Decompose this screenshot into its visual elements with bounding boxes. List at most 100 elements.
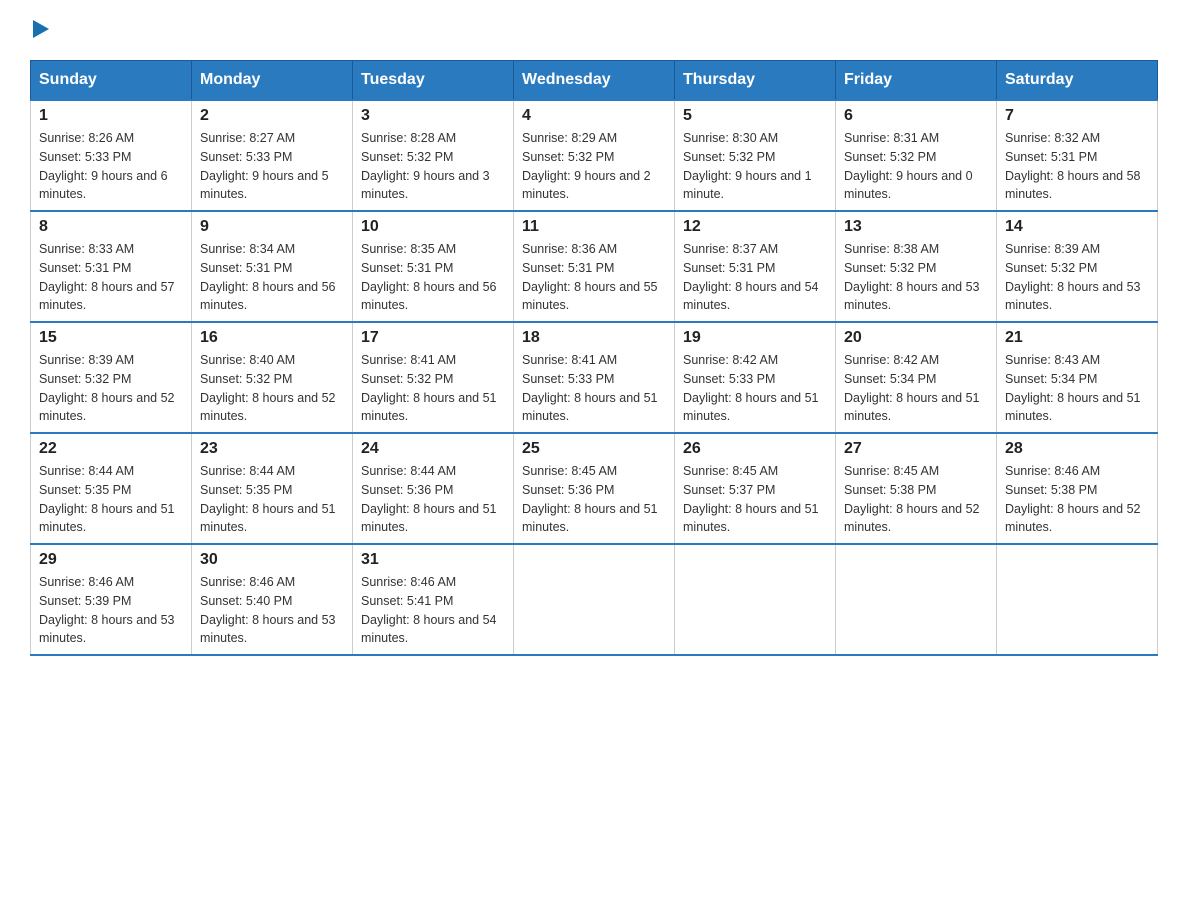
calendar-cell: 24 Sunrise: 8:44 AM Sunset: 5:36 PM Dayl… <box>353 433 514 544</box>
day-number: 4 <box>522 107 666 125</box>
weekday-header-tuesday: Tuesday <box>353 61 514 101</box>
day-number: 17 <box>361 329 505 347</box>
day-info: Sunrise: 8:37 AM Sunset: 5:31 PM Dayligh… <box>683 240 827 315</box>
day-number: 27 <box>844 440 988 458</box>
day-number: 23 <box>200 440 344 458</box>
weekday-header-thursday: Thursday <box>675 61 836 101</box>
calendar-week-3: 15 Sunrise: 8:39 AM Sunset: 5:32 PM Dayl… <box>31 322 1158 433</box>
day-number: 13 <box>844 218 988 236</box>
day-number: 3 <box>361 107 505 125</box>
day-info: Sunrise: 8:34 AM Sunset: 5:31 PM Dayligh… <box>200 240 344 315</box>
calendar-cell: 7 Sunrise: 8:32 AM Sunset: 5:31 PM Dayli… <box>997 100 1158 211</box>
day-info: Sunrise: 8:31 AM Sunset: 5:32 PM Dayligh… <box>844 129 988 204</box>
calendar-week-4: 22 Sunrise: 8:44 AM Sunset: 5:35 PM Dayl… <box>31 433 1158 544</box>
calendar-cell: 31 Sunrise: 8:46 AM Sunset: 5:41 PM Dayl… <box>353 544 514 655</box>
calendar-cell: 22 Sunrise: 8:44 AM Sunset: 5:35 PM Dayl… <box>31 433 192 544</box>
day-info: Sunrise: 8:45 AM Sunset: 5:38 PM Dayligh… <box>844 462 988 537</box>
calendar-cell: 12 Sunrise: 8:37 AM Sunset: 5:31 PM Dayl… <box>675 211 836 322</box>
day-info: Sunrise: 8:45 AM Sunset: 5:37 PM Dayligh… <box>683 462 827 537</box>
day-number: 25 <box>522 440 666 458</box>
day-info: Sunrise: 8:46 AM Sunset: 5:39 PM Dayligh… <box>39 573 183 648</box>
day-number: 6 <box>844 107 988 125</box>
calendar-cell: 28 Sunrise: 8:46 AM Sunset: 5:38 PM Dayl… <box>997 433 1158 544</box>
logo-triangle-icon <box>33 20 49 38</box>
calendar-cell <box>675 544 836 655</box>
calendar-cell: 23 Sunrise: 8:44 AM Sunset: 5:35 PM Dayl… <box>192 433 353 544</box>
calendar-cell: 17 Sunrise: 8:41 AM Sunset: 5:32 PM Dayl… <box>353 322 514 433</box>
calendar-cell: 14 Sunrise: 8:39 AM Sunset: 5:32 PM Dayl… <box>997 211 1158 322</box>
day-number: 26 <box>683 440 827 458</box>
calendar-cell: 29 Sunrise: 8:46 AM Sunset: 5:39 PM Dayl… <box>31 544 192 655</box>
day-number: 1 <box>39 107 183 125</box>
day-info: Sunrise: 8:40 AM Sunset: 5:32 PM Dayligh… <box>200 351 344 426</box>
day-number: 19 <box>683 329 827 347</box>
calendar-cell <box>514 544 675 655</box>
day-info: Sunrise: 8:41 AM Sunset: 5:32 PM Dayligh… <box>361 351 505 426</box>
calendar-cell: 21 Sunrise: 8:43 AM Sunset: 5:34 PM Dayl… <box>997 322 1158 433</box>
day-info: Sunrise: 8:33 AM Sunset: 5:31 PM Dayligh… <box>39 240 183 315</box>
calendar-cell: 10 Sunrise: 8:35 AM Sunset: 5:31 PM Dayl… <box>353 211 514 322</box>
calendar-cell: 2 Sunrise: 8:27 AM Sunset: 5:33 PM Dayli… <box>192 100 353 211</box>
weekday-header-saturday: Saturday <box>997 61 1158 101</box>
calendar-cell: 26 Sunrise: 8:45 AM Sunset: 5:37 PM Dayl… <box>675 433 836 544</box>
day-number: 29 <box>39 551 183 569</box>
day-info: Sunrise: 8:44 AM Sunset: 5:36 PM Dayligh… <box>361 462 505 537</box>
day-number: 18 <box>522 329 666 347</box>
day-info: Sunrise: 8:32 AM Sunset: 5:31 PM Dayligh… <box>1005 129 1149 204</box>
day-info: Sunrise: 8:39 AM Sunset: 5:32 PM Dayligh… <box>39 351 183 426</box>
calendar-cell <box>997 544 1158 655</box>
calendar-cell: 11 Sunrise: 8:36 AM Sunset: 5:31 PM Dayl… <box>514 211 675 322</box>
day-info: Sunrise: 8:27 AM Sunset: 5:33 PM Dayligh… <box>200 129 344 204</box>
calendar-cell: 9 Sunrise: 8:34 AM Sunset: 5:31 PM Dayli… <box>192 211 353 322</box>
day-number: 10 <box>361 218 505 236</box>
day-number: 12 <box>683 218 827 236</box>
day-info: Sunrise: 8:44 AM Sunset: 5:35 PM Dayligh… <box>39 462 183 537</box>
calendar-cell: 27 Sunrise: 8:45 AM Sunset: 5:38 PM Dayl… <box>836 433 997 544</box>
weekday-header-wednesday: Wednesday <box>514 61 675 101</box>
day-number: 14 <box>1005 218 1149 236</box>
calendar-cell: 5 Sunrise: 8:30 AM Sunset: 5:32 PM Dayli… <box>675 100 836 211</box>
calendar-cell: 16 Sunrise: 8:40 AM Sunset: 5:32 PM Dayl… <box>192 322 353 433</box>
day-number: 9 <box>200 218 344 236</box>
calendar-header-row: SundayMondayTuesdayWednesdayThursdayFrid… <box>31 61 1158 101</box>
page-header <box>30 20 1158 40</box>
day-number: 11 <box>522 218 666 236</box>
logo <box>30 20 49 40</box>
day-info: Sunrise: 8:41 AM Sunset: 5:33 PM Dayligh… <box>522 351 666 426</box>
day-number: 31 <box>361 551 505 569</box>
day-info: Sunrise: 8:30 AM Sunset: 5:32 PM Dayligh… <box>683 129 827 204</box>
weekday-header-sunday: Sunday <box>31 61 192 101</box>
day-number: 2 <box>200 107 344 125</box>
day-number: 7 <box>1005 107 1149 125</box>
calendar-cell: 18 Sunrise: 8:41 AM Sunset: 5:33 PM Dayl… <box>514 322 675 433</box>
day-number: 22 <box>39 440 183 458</box>
calendar-cell: 25 Sunrise: 8:45 AM Sunset: 5:36 PM Dayl… <box>514 433 675 544</box>
day-info: Sunrise: 8:28 AM Sunset: 5:32 PM Dayligh… <box>361 129 505 204</box>
day-number: 20 <box>844 329 988 347</box>
day-info: Sunrise: 8:46 AM Sunset: 5:40 PM Dayligh… <box>200 573 344 648</box>
weekday-header-friday: Friday <box>836 61 997 101</box>
weekday-header-monday: Monday <box>192 61 353 101</box>
day-number: 5 <box>683 107 827 125</box>
calendar-week-2: 8 Sunrise: 8:33 AM Sunset: 5:31 PM Dayli… <box>31 211 1158 322</box>
day-number: 8 <box>39 218 183 236</box>
day-info: Sunrise: 8:35 AM Sunset: 5:31 PM Dayligh… <box>361 240 505 315</box>
calendar-cell: 30 Sunrise: 8:46 AM Sunset: 5:40 PM Dayl… <box>192 544 353 655</box>
day-info: Sunrise: 8:29 AM Sunset: 5:32 PM Dayligh… <box>522 129 666 204</box>
calendar-cell <box>836 544 997 655</box>
day-info: Sunrise: 8:36 AM Sunset: 5:31 PM Dayligh… <box>522 240 666 315</box>
calendar-cell: 8 Sunrise: 8:33 AM Sunset: 5:31 PM Dayli… <box>31 211 192 322</box>
calendar-week-1: 1 Sunrise: 8:26 AM Sunset: 5:33 PM Dayli… <box>31 100 1158 211</box>
day-info: Sunrise: 8:43 AM Sunset: 5:34 PM Dayligh… <box>1005 351 1149 426</box>
day-info: Sunrise: 8:42 AM Sunset: 5:34 PM Dayligh… <box>844 351 988 426</box>
calendar-cell: 6 Sunrise: 8:31 AM Sunset: 5:32 PM Dayli… <box>836 100 997 211</box>
day-number: 15 <box>39 329 183 347</box>
day-info: Sunrise: 8:26 AM Sunset: 5:33 PM Dayligh… <box>39 129 183 204</box>
calendar-cell: 19 Sunrise: 8:42 AM Sunset: 5:33 PM Dayl… <box>675 322 836 433</box>
day-info: Sunrise: 8:46 AM Sunset: 5:41 PM Dayligh… <box>361 573 505 648</box>
day-info: Sunrise: 8:42 AM Sunset: 5:33 PM Dayligh… <box>683 351 827 426</box>
calendar-cell: 4 Sunrise: 8:29 AM Sunset: 5:32 PM Dayli… <box>514 100 675 211</box>
day-info: Sunrise: 8:38 AM Sunset: 5:32 PM Dayligh… <box>844 240 988 315</box>
day-number: 30 <box>200 551 344 569</box>
calendar-cell: 1 Sunrise: 8:26 AM Sunset: 5:33 PM Dayli… <box>31 100 192 211</box>
